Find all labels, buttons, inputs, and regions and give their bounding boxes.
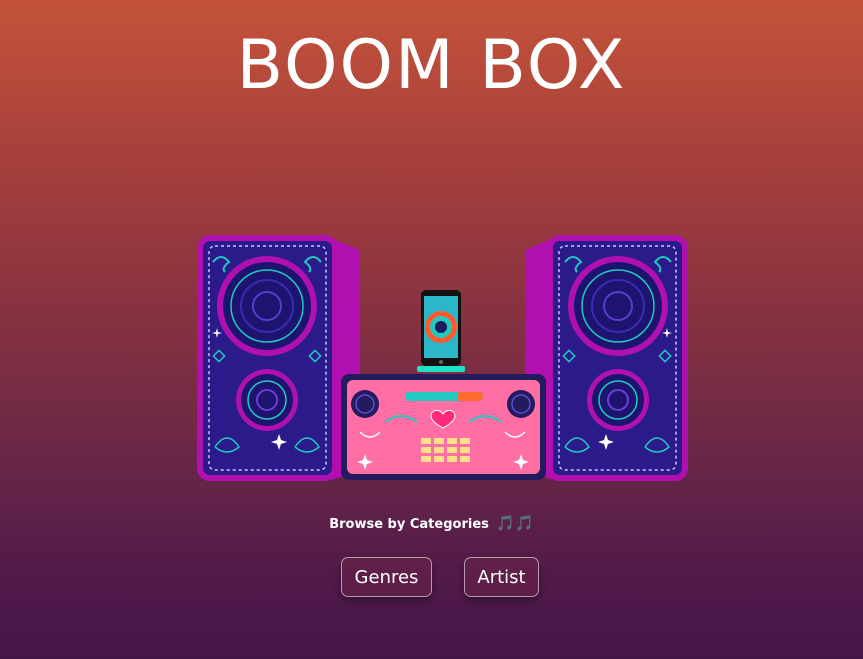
right-speaker xyxy=(525,235,688,481)
artist-button[interactable]: Artist xyxy=(464,557,539,597)
page-title: BOOM BOX xyxy=(236,26,627,105)
center-unit xyxy=(341,374,546,480)
left-speaker xyxy=(197,235,360,481)
music-notes-icon: 🎵🎵 xyxy=(496,514,534,532)
browse-categories-text: Browse by Categories xyxy=(329,517,489,532)
boombox-illustration xyxy=(197,235,688,481)
genres-button[interactable]: Genres xyxy=(341,557,432,597)
phone-dock xyxy=(417,290,465,372)
browse-categories-label: Browse by Categories 🎵🎵 xyxy=(0,514,863,532)
